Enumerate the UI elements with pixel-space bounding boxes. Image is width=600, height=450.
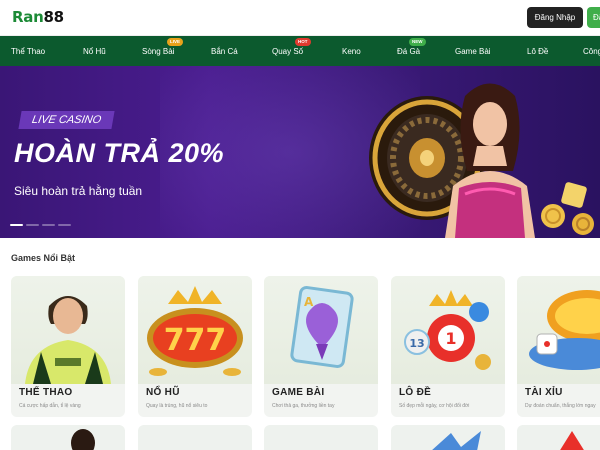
section-title: Games Nổi Bật xyxy=(11,253,76,263)
main-nav: Thể Thao Nổ Hũ Sòng Bài LIVE Bắn Cá Quay… xyxy=(0,36,600,66)
nav-label: Bắn Cá xyxy=(211,46,238,56)
banner-subtitle: Siêu hoàn trả hằng tuần xyxy=(14,184,143,198)
card-image: A xyxy=(264,276,378,384)
svg-text:1: 1 xyxy=(445,329,456,348)
flame-illustration-icon xyxy=(560,431,584,450)
game-card-no-hu[interactable]: 777 NỔ HŨ Quay là trúng, hũ nổ siêu to xyxy=(138,276,252,417)
game-card-lo-de[interactable]: 1 13 LÔ ĐỀ Số đẹp mỗi ngày, cơ hội đổi đ… xyxy=(391,276,505,417)
game-card-row2[interactable] xyxy=(391,425,505,450)
site-logo[interactable]: Ran88 xyxy=(12,8,64,26)
card-description: Số đẹp mỗi ngày, cơ hội đổi đời xyxy=(399,403,470,409)
nav-item-ban-ca[interactable]: Bắn Cá xyxy=(211,36,238,66)
game-card-row2[interactable] xyxy=(11,425,125,450)
card-title: TÀI XỈU xyxy=(525,387,563,398)
nav-item-cong[interactable]: Công xyxy=(583,36,600,66)
bird-illustration-icon xyxy=(432,431,481,450)
casino-chips-icon xyxy=(541,182,594,235)
banner-tag: LIVE CASINO xyxy=(18,111,115,129)
card-image xyxy=(11,276,125,384)
nav-label: Nổ Hũ xyxy=(83,46,106,56)
banner-title: HOÀN TRẢ 20% xyxy=(14,138,225,168)
login-button[interactable]: Đăng Nhập xyxy=(527,7,583,28)
nav-item-game-bai[interactable]: Game Bài xyxy=(455,36,491,66)
live-badge: LIVE xyxy=(167,38,184,46)
soccer-player-icon xyxy=(25,296,111,384)
game-card-row2[interactable] xyxy=(264,425,378,450)
card-description: Cá cược hấp dẫn, tỉ lệ vàng xyxy=(19,403,81,409)
page: Ran88 Đăng Nhập Đăng Ký Thể Thao Nổ Hũ S… xyxy=(0,0,600,450)
nav-label: Thể Thao xyxy=(11,46,46,56)
nav-label: Lô Đề xyxy=(527,46,549,56)
card-description: Dự đoán chuẩn, thắng lớn ngay xyxy=(525,403,596,409)
hot-badge: HOT xyxy=(295,38,311,46)
banner-dot[interactable] xyxy=(58,224,71,226)
logo-text: Ran xyxy=(12,8,44,26)
nav-label: Công xyxy=(583,46,600,56)
playing-card-icon: A xyxy=(290,286,354,368)
card-title: THỂ THAO xyxy=(19,387,73,398)
logo-number: 88 xyxy=(43,8,64,26)
player-illustration-icon xyxy=(71,429,95,450)
top-header: Ran88 Đăng Nhập Đăng Ký xyxy=(0,0,600,36)
lottery-ball-icon: 1 13 xyxy=(404,290,491,370)
nav-item-no-hu[interactable]: Nổ Hũ xyxy=(83,36,106,66)
nav-item-keno[interactable]: Keno xyxy=(342,36,361,66)
card-title: GAME BÀI xyxy=(272,387,325,398)
banner-dot[interactable] xyxy=(10,224,23,226)
card-description: Chơi thả ga, thưởng liền tay xyxy=(272,403,335,409)
banner-dot[interactable] xyxy=(42,224,55,226)
nav-label: Đá Gà xyxy=(397,46,421,56)
nav-label: Keno xyxy=(342,46,361,56)
card-image: 1 13 xyxy=(391,276,505,384)
hero-banner[interactable]: LIVE CASINO HOÀN TRẢ 20% Siêu hoàn trả h… xyxy=(0,66,600,238)
card-title: NỔ HŨ xyxy=(146,387,180,398)
dice-icon xyxy=(529,290,600,370)
nav-item-the-thao[interactable]: Thể Thao xyxy=(11,36,45,66)
game-card-tai-xiu[interactable]: TÀI XỈU Dự đoán chuẩn, thắng lớn ngay xyxy=(517,276,600,417)
banner-pagination xyxy=(10,224,71,226)
svg-text:A: A xyxy=(304,295,314,309)
card-title: LÔ ĐỀ xyxy=(399,387,432,398)
register-button[interactable]: Đăng Ký xyxy=(587,7,600,28)
svg-text:13: 13 xyxy=(409,337,424,350)
card-description: Quay là trúng, hũ nổ siêu to xyxy=(146,403,208,409)
banner-dot[interactable] xyxy=(26,224,39,226)
new-badge: NEW xyxy=(409,38,426,46)
game-card-the-thao[interactable]: THỂ THAO Cá cược hấp dẫn, tỉ lệ vàng xyxy=(11,276,125,417)
svg-text:777: 777 xyxy=(164,323,227,358)
game-card-game-bai[interactable]: A GAME BÀI Chơi thả ga, thưởng liền tay xyxy=(264,276,378,417)
nav-label: Game Bài xyxy=(455,46,491,56)
card-image: 777 xyxy=(138,276,252,384)
nav-label: Quay Số xyxy=(272,46,304,56)
card-image xyxy=(517,276,600,384)
nav-item-lo-de[interactable]: Lô Đề xyxy=(527,36,548,66)
game-card-row2[interactable] xyxy=(138,425,252,450)
nav-label: Sòng Bài xyxy=(142,46,175,56)
slot-777-icon: 777 xyxy=(147,286,243,376)
game-card-row2[interactable] xyxy=(517,425,600,450)
